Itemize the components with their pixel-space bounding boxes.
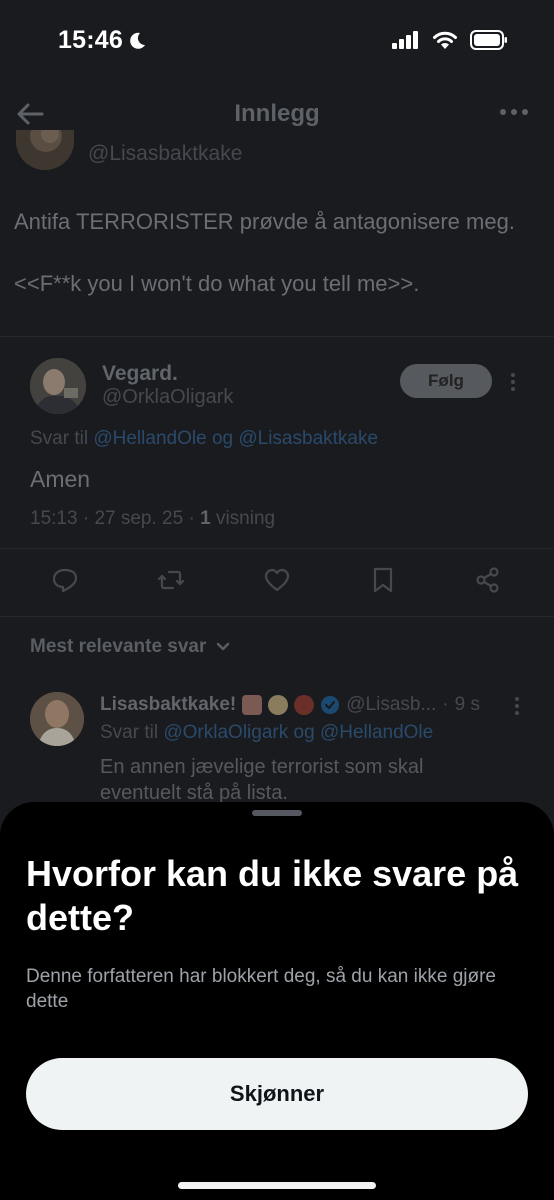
reply-icon[interactable] [51,566,79,594]
divider [0,548,554,549]
reply-to-joiner: og [211,428,234,449]
follow-button[interactable]: Følg [400,364,492,398]
comment-author-handle[interactable]: @Lisasb... [346,694,436,716]
post-text-line-2: <<F**k you I won't do what you tell me>>… [14,271,420,296]
reply-to-user-link[interactable]: @HellandOle [320,722,433,743]
reply-to-prefix: Svar til [30,428,89,449]
teapot-emoji [294,695,315,715]
like-heart-icon[interactable] [263,566,291,594]
home-indicator [178,1182,376,1189]
reply-to-user-link[interactable]: @OrklaOligark [163,722,288,743]
cake-emoji [242,695,263,715]
views-label: visning [215,508,276,529]
sheet-title: Hvorfor kan du ikke svare på dette? [26,853,519,938]
post-metadata: 15:13 · 27 sep. 25 · 1 visning [30,508,275,530]
post-author-handle[interactable]: @Lisasbaktkake [88,142,242,166]
top-navigation-bar: Innlegg [0,84,554,144]
battery-icon [470,30,507,50]
separator: · [188,508,195,529]
repost-icon[interactable] [157,566,185,594]
page-title: Innlegg [234,100,320,127]
comment-more-options-icon[interactable] [514,696,520,716]
blocked-reply-bottom-sheet: Hvorfor kan du ikke svare på dette? Denn… [0,802,554,1200]
reply-author-handle[interactable]: @OrklaOligark [102,386,233,409]
divider [0,336,554,337]
avatar-image [30,692,84,746]
reply-author-avatar[interactable] [30,358,86,414]
comment-author-name[interactable]: Lisasbaktkake! [100,694,236,716]
sheet-grabber-handle[interactable] [252,810,302,816]
cellular-signal-icon [392,31,418,49]
cookie-emoji [268,695,289,715]
reply-to-line: Svar til @HellandOle og @Lisasbaktkake [30,428,378,450]
reply-more-options-icon[interactable] [510,372,516,392]
reply-to-user-link[interactable]: @HellandOle [93,428,206,449]
verified-badge-icon [321,696,340,714]
reply-sort-dropdown[interactable]: Mest relevante svar [30,636,230,658]
reply-to-prefix: Svar til [100,722,159,743]
status-icons [392,30,508,50]
reply-sort-label: Mest relevante svar [30,636,207,657]
avatar-image [16,130,74,170]
avatar-image [30,358,86,414]
reply-to-joiner: og [293,722,315,743]
reply-to-user-link[interactable]: @Lisasbaktkake [238,428,378,449]
post-time: 15:13 [30,508,78,529]
wifi-icon [433,31,457,49]
post-date: 27 sep. 25 [94,508,184,529]
comment-text: En annen jævelige terrorist som skal eve… [100,756,424,804]
moon-icon [130,32,145,49]
more-options-icon[interactable] [498,100,530,124]
reply-text: Amen [30,466,91,492]
separator: · [82,508,90,529]
comment-reply-to-line: Svar til @OrklaOligark og @HellandOle [100,722,433,744]
chevron-down-icon [217,642,230,651]
sheet-body-text: Denne forfatteren har blokkert deg, så d… [26,966,496,1012]
understood-button[interactable]: Skjønner [26,1058,528,1130]
status-bar: 15:46 [0,0,554,84]
divider [0,616,554,617]
reply-author-name[interactable]: Vegard. [102,362,178,386]
bookmark-icon[interactable] [369,566,397,594]
share-icon[interactable] [474,566,502,594]
screen: 15:46 Innlegg @Lisasbaktkake Antifa TERR… [0,0,554,1200]
comment-author-avatar[interactable] [30,692,84,746]
comment-age: 9 s [454,694,480,715]
separator: · [442,694,449,715]
post-text-line-1: Antifa TERRORISTER prøvde å antagonisere… [14,209,515,234]
comment-header: Lisasbaktkake! @Lisasb... · 9 s [100,694,480,716]
status-time: 15:46 [58,26,147,55]
status-time-text: 15:46 [58,26,123,54]
post-author-avatar[interactable] [16,130,74,170]
views-count: 1 [200,508,211,529]
